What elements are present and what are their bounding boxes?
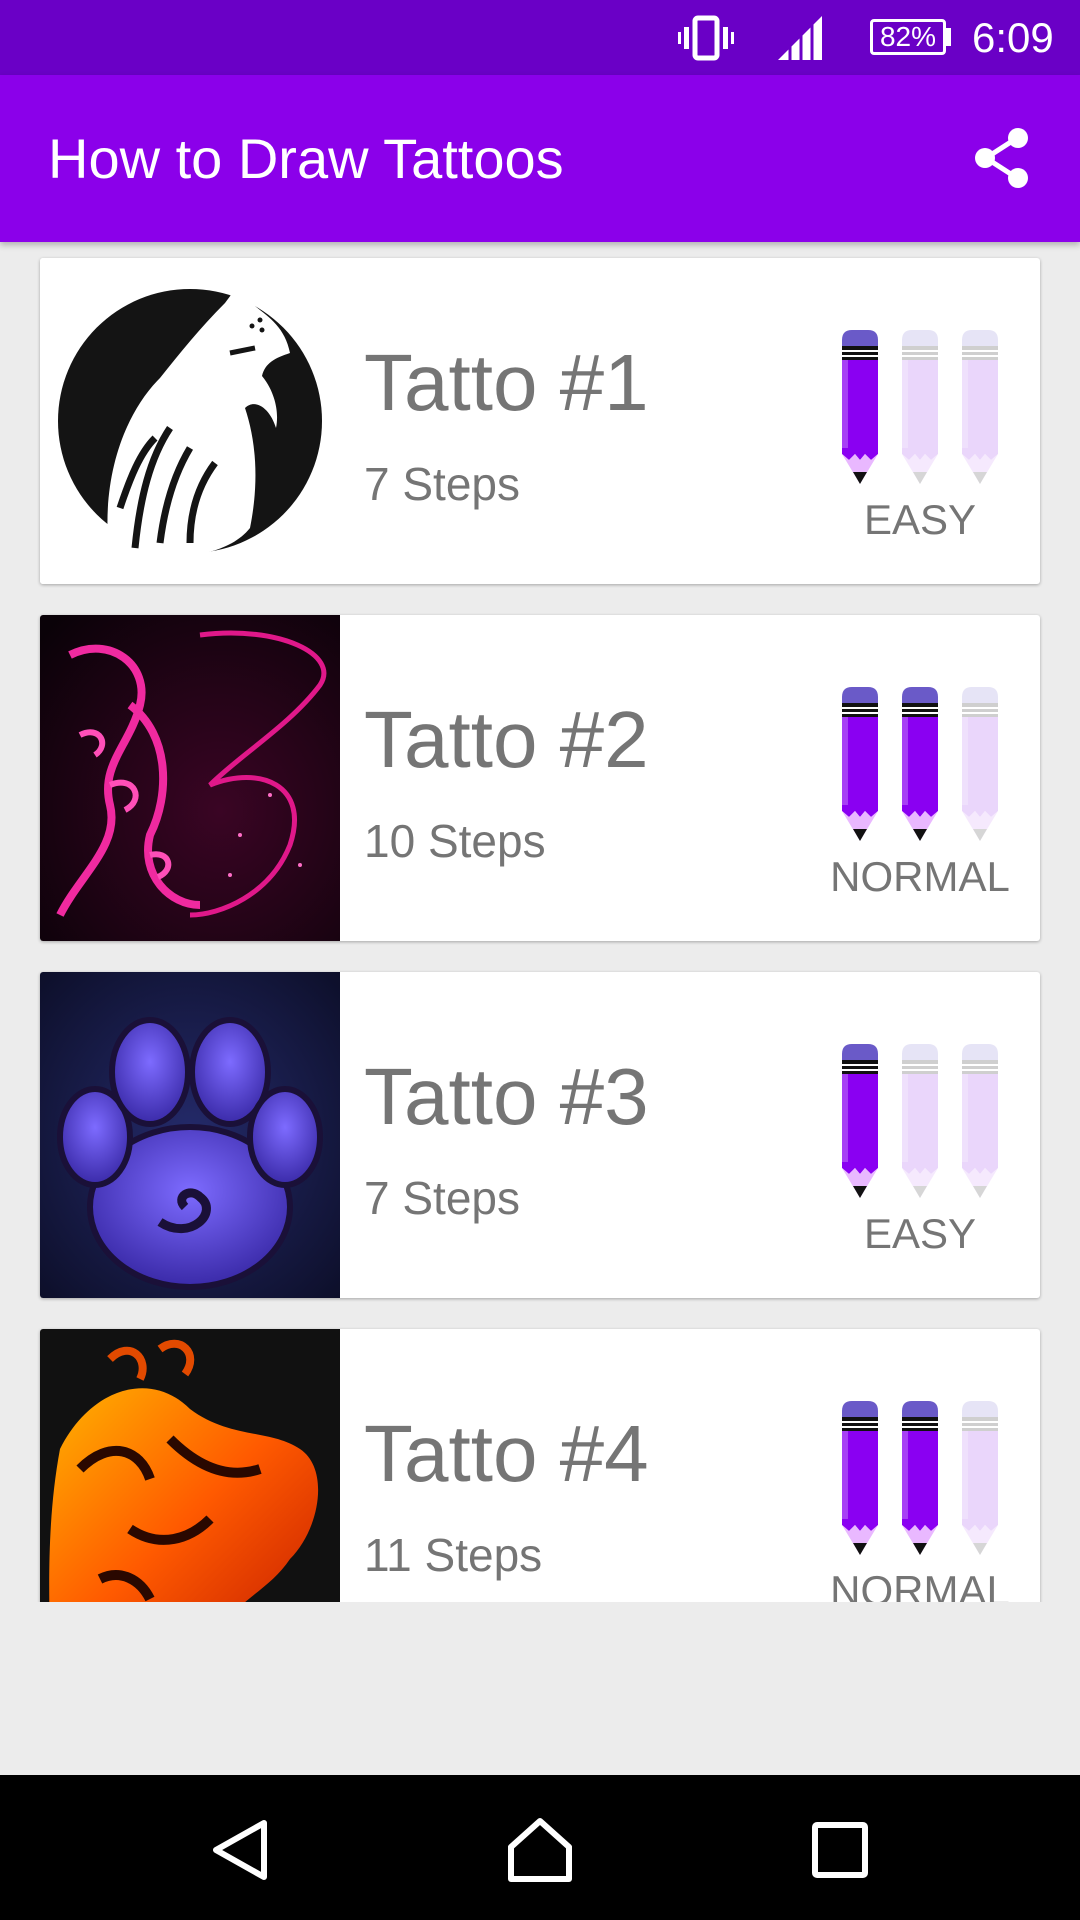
card-title: Tatto #2 (364, 695, 649, 784)
share-icon[interactable] (970, 125, 1036, 191)
tattoo-card-3[interactable]: Tatto #3 7 Steps EASY (40, 972, 1040, 1298)
app-title: How to Draw Tattoos (48, 127, 564, 190)
app-bar: How to Draw Tattoos (0, 75, 1080, 242)
pencil-active-icon (840, 1399, 880, 1555)
recents-icon[interactable] (805, 1815, 875, 1885)
pencil-inactive-icon (900, 1042, 940, 1198)
card-title: Tatto #3 (364, 1052, 649, 1141)
card-steps: 10 Steps (364, 815, 546, 867)
back-icon[interactable] (206, 1815, 276, 1885)
difficulty-pencils (840, 1042, 1020, 1198)
pencil-inactive-icon (960, 328, 1000, 484)
navigation-bar (0, 1775, 1080, 1920)
card-title: Tatto #1 (364, 338, 649, 427)
difficulty-label: EASY (863, 1210, 977, 1257)
clock: 6:09 (972, 14, 1054, 61)
pencil-active-icon (840, 685, 880, 841)
difficulty-label: EASY (863, 496, 977, 543)
battery-percentage: 82% (870, 19, 946, 55)
difficulty-label: NORMAL (830, 1567, 1010, 1602)
card-steps: 7 Steps (364, 458, 520, 510)
howling-wolf-thumbnail (40, 258, 340, 584)
tattoo-card-2[interactable]: Tatto #2 10 Steps NORMAL (40, 615, 1040, 941)
card-title: Tatto #4 (364, 1409, 649, 1498)
pencil-inactive-icon (960, 1399, 1000, 1555)
signal-icon (778, 16, 822, 60)
card-steps: 11 Steps (364, 1529, 543, 1581)
difficulty-label: NORMAL (830, 853, 1010, 900)
pencil-active-icon (840, 1042, 880, 1198)
tattoo-list[interactable]: Tatto #1 7 Steps EASY Tatto #2 10 Steps (0, 242, 1080, 1602)
pencil-inactive-icon (960, 685, 1000, 841)
purple-paw-thumbnail (40, 972, 340, 1298)
pencil-inactive-icon (960, 1042, 1000, 1198)
difficulty-pencils (840, 1399, 1020, 1555)
home-icon[interactable] (505, 1815, 575, 1885)
pencil-inactive-icon (900, 328, 940, 484)
vibrate-icon (678, 15, 734, 61)
difficulty-pencils (840, 328, 1020, 484)
difficulty-pencils (840, 685, 1020, 841)
pencil-active-icon (900, 685, 940, 841)
card-steps: 7 Steps (364, 1172, 520, 1224)
tattoo-card-1[interactable]: Tatto #1 7 Steps EASY (40, 258, 1040, 584)
pink-fairy-thumbnail (40, 615, 340, 941)
status-bar: 82% 6:09 (0, 0, 1080, 75)
tattoo-card-4[interactable]: Tatto #4 11 Steps NORMAL (40, 1329, 1040, 1602)
pencil-active-icon (900, 1399, 940, 1555)
pencil-active-icon (840, 328, 880, 484)
fire-horse-thumbnail (40, 1329, 340, 1602)
